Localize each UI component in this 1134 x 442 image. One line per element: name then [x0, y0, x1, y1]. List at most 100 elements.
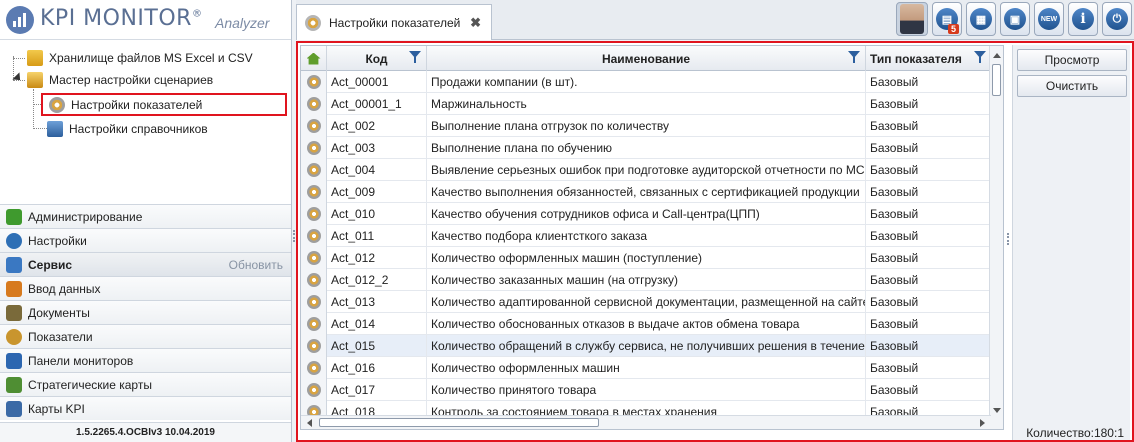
notifications-button[interactable]: ▤ 5	[932, 2, 962, 36]
refresh-link[interactable]: Обновить	[229, 258, 283, 272]
cell-name: Количество принятого товара	[427, 378, 866, 401]
nav-item-kpi-maps[interactable]: Карты KPI	[0, 396, 291, 420]
top-toolbar: ▤ 5 ▦ ▣ NEW i ⏻	[896, 2, 1134, 38]
indicator-icon	[306, 250, 321, 265]
navigation-tree: Хранилище файлов MS Excel и CSV Мастер н…	[0, 41, 291, 201]
cell-code: Act_016	[327, 356, 427, 379]
nav-item-dashboards[interactable]: Панели мониторов	[0, 348, 291, 372]
tree-item-scenario-wizard[interactable]: Мастер настройки сценариев	[27, 69, 213, 91]
cell-name: Качество выполнения обязанностей, связан…	[427, 180, 866, 203]
table-row[interactable]: Act_002 Выполнение плана отгрузок по коли…	[301, 114, 991, 137]
new-icon: NEW	[1038, 8, 1060, 30]
filter-icon[interactable]	[974, 51, 986, 63]
grid-button[interactable]: ▦	[966, 2, 996, 36]
content-splitter[interactable]	[1007, 233, 1009, 245]
table-row[interactable]: Act_013 Количество адаптированной сервисн…	[301, 290, 991, 313]
logo-subtitle: Analyzer	[215, 15, 270, 31]
cell-code: Act_011	[327, 224, 427, 247]
table-row[interactable]: Act_010 Качество обучения сотрудников офи…	[301, 202, 991, 225]
tree-item-dictionary-settings[interactable]: Настройки справочников	[47, 118, 208, 140]
indicator-icon	[306, 316, 321, 331]
left-panel: KPI MONITOR® Analyzer Хранилище файлов M…	[0, 0, 292, 442]
indicator-icon	[306, 184, 321, 199]
cell-name: Качество обучения сотрудников офиса и Ca…	[427, 202, 866, 225]
scroll-thumb[interactable]	[319, 418, 599, 427]
table-row[interactable]: Act_00001_1 Маржинальность Базовый	[301, 92, 991, 115]
table-row[interactable]: Act_011 Качество подбора клиентсткого зак…	[301, 224, 991, 247]
cell-code: Act_012_2	[327, 268, 427, 291]
close-tab-icon[interactable]: ✖	[470, 15, 481, 31]
cell-type: Базовый	[870, 118, 919, 133]
cell-name: Количество оформленных машин (поступлени…	[427, 246, 866, 269]
nav-item-documents[interactable]: Документы	[0, 300, 291, 324]
horizontal-scrollbar[interactable]	[301, 415, 991, 429]
cell-type: Базовый	[870, 338, 919, 353]
table-row[interactable]: Act_009 Качество выполнения обязанностей,…	[301, 180, 991, 203]
clear-button[interactable]: Очистить	[1017, 75, 1127, 97]
report-button[interactable]: ▣	[1000, 2, 1030, 36]
header-home-cell[interactable]	[301, 46, 327, 71]
cell-code: Act_004	[327, 158, 427, 181]
notification-badge: 5	[947, 24, 959, 34]
scroll-down-icon[interactable]	[993, 408, 1001, 413]
grid-header: Код Наименование Тип показателя	[301, 46, 991, 71]
report-icon: ▣	[1004, 8, 1026, 30]
column-header-code[interactable]: Код	[327, 46, 427, 71]
table-row[interactable]: Act_014 Количество обоснованных отказов в…	[301, 312, 991, 335]
indicator-icon	[306, 96, 321, 111]
nav-item-strategy-maps[interactable]: Стратегические карты	[0, 372, 291, 396]
table-row-selected[interactable]: Act_015 Количество обращений в службу сер…	[301, 334, 991, 357]
grid-body: Act_00001 Продажи компании (в шт). Базовый…	[301, 70, 991, 423]
dashboards-icon	[6, 352, 22, 369]
cell-type: Базовый	[870, 360, 919, 375]
cell-type: Базовый	[870, 140, 919, 155]
info-button[interactable]: i	[1068, 2, 1098, 36]
version-label: 1.5.2265.4.OCBIv3 10.04.2019	[0, 422, 291, 442]
expand-arrow-icon[interactable]	[12, 72, 24, 84]
tree-item-excel-storage[interactable]: Хранилище файлов MS Excel и CSV	[27, 47, 253, 69]
tree-item-indicator-settings[interactable]: Настройки показателей	[41, 93, 287, 116]
scroll-left-icon[interactable]	[307, 419, 312, 427]
table-row[interactable]: Act_00001 Продажи компании (в шт). Базовый	[301, 70, 991, 93]
table-row[interactable]: Act_012 Количество оформленных машин (пос…	[301, 246, 991, 269]
table-row[interactable]: Act_012_2 Количество заказанных машин (на…	[301, 268, 991, 291]
view-button[interactable]: Просмотр	[1017, 49, 1127, 71]
tab-indicator-settings[interactable]: Настройки показателей ✖	[296, 4, 492, 40]
cell-name: Количество оформленных машин	[427, 356, 866, 379]
scroll-thumb[interactable]	[992, 64, 1001, 96]
table-row[interactable]: Act_016 Количество оформленных машин Базов…	[301, 356, 991, 379]
left-splitter[interactable]	[293, 230, 295, 242]
nav-item-indicators[interactable]: Показатели	[0, 324, 291, 348]
nav-item-administration[interactable]: Администрирование	[0, 204, 291, 228]
grid-icon: ▦	[970, 8, 992, 30]
cell-type: Базовый	[870, 228, 919, 243]
dictionary-settings-icon	[47, 121, 63, 137]
folder-icon	[27, 50, 43, 66]
vertical-scrollbar[interactable]	[989, 46, 1003, 429]
table-row[interactable]: Act_003 Выполнение плана по обучению Базов…	[301, 136, 991, 159]
column-header-type[interactable]: Тип показателя	[866, 46, 991, 71]
scroll-up-icon[interactable]	[993, 53, 1001, 58]
column-header-name[interactable]: Наименование	[427, 46, 866, 71]
content-area: Код Наименование Тип показателя Act_0000…	[296, 41, 1134, 442]
power-button[interactable]: ⏻	[1102, 2, 1132, 36]
indicator-icon	[306, 272, 321, 287]
nav-item-data-input[interactable]: Ввод данных	[0, 276, 291, 300]
nav-item-settings[interactable]: Настройки	[0, 228, 291, 252]
indicators-icon	[6, 328, 22, 345]
home-icon	[306, 52, 321, 65]
kpi-map-icon	[6, 400, 22, 417]
action-panel: Просмотр Очистить Количество:180:1	[1012, 45, 1130, 440]
documents-icon	[6, 304, 22, 321]
indicator-icon	[306, 140, 321, 155]
table-row[interactable]: Act_004 Выявление серьезных ошибок при по…	[301, 158, 991, 181]
new-button[interactable]: NEW	[1034, 2, 1064, 36]
scroll-right-icon[interactable]	[980, 419, 985, 427]
user-avatar-button[interactable]	[896, 2, 928, 36]
cell-type: Базовый	[870, 382, 919, 397]
filter-icon[interactable]	[409, 51, 421, 63]
filter-icon[interactable]	[848, 51, 860, 63]
table-row[interactable]: Act_017 Количество принятого товара Базовы…	[301, 378, 991, 401]
cell-type: Базовый	[870, 316, 919, 331]
nav-item-service[interactable]: Сервис Обновить	[0, 252, 291, 276]
